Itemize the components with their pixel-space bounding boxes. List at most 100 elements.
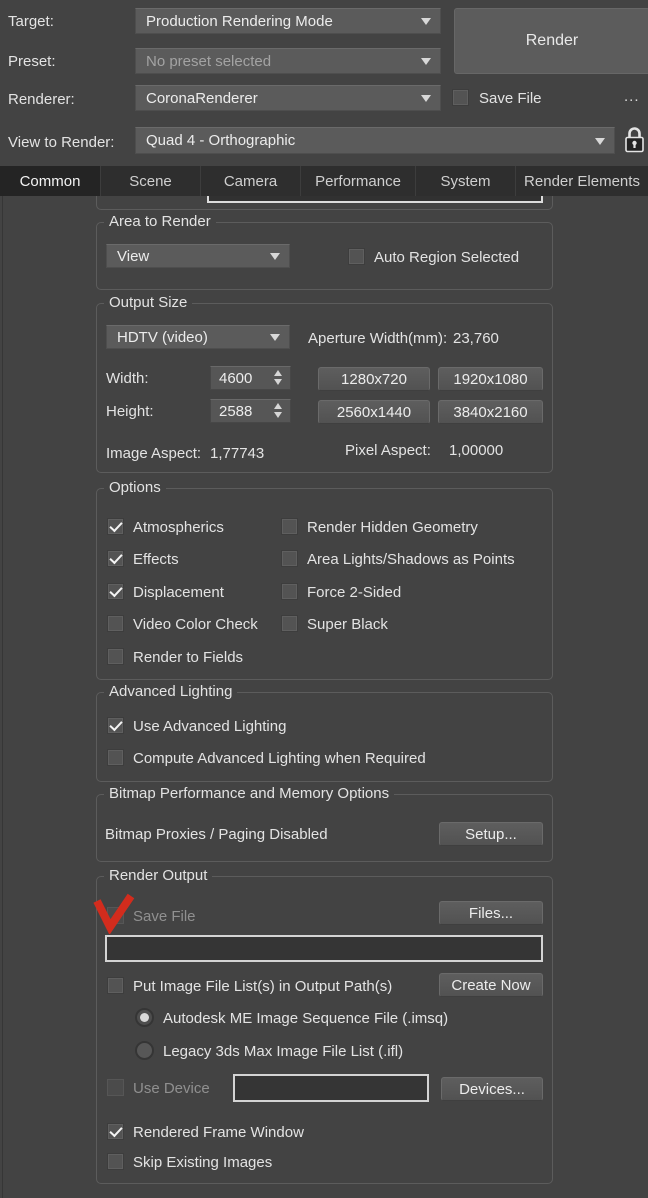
section-title: Render Output (104, 867, 213, 884)
autodesk-imsq-radio[interactable] (135, 1008, 154, 1027)
devices-button[interactable]: Devices... (441, 1077, 543, 1101)
output-preset-value: HDTV (video) (117, 328, 208, 346)
super-black-label: Super Black (307, 616, 388, 633)
super-black-checkbox[interactable] (281, 615, 298, 632)
preset-1280x720-button[interactable]: 1280x720 (318, 367, 430, 391)
view-to-render-dropdown[interactable]: Quad 4 - Orthographic (135, 127, 615, 154)
rendered-frame-window-checkbox[interactable] (107, 1123, 124, 1140)
tab-performance[interactable]: Performance (300, 166, 415, 196)
auto-region-checkbox[interactable] (348, 248, 365, 265)
bitmap-proxies-status: Bitmap Proxies / Paging Disabled (105, 826, 328, 843)
displacement-checkbox[interactable] (107, 583, 124, 600)
chevron-down-icon (421, 95, 431, 102)
height-spinner[interactable]: 2588 (210, 399, 291, 423)
target-dropdown[interactable]: Production Rendering Mode (135, 8, 441, 34)
target-label: Target: (8, 13, 54, 30)
section-advanced-lighting: Advanced Lighting Use Advanced Lighting … (96, 683, 553, 782)
check-icon (109, 1123, 123, 1138)
render-hidden-geometry-label: Render Hidden Geometry (307, 519, 478, 536)
target-dropdown-value: Production Rendering Mode (146, 12, 333, 30)
pixel-aspect-value: 1,00000 (449, 442, 504, 459)
pixel-aspect-label: Pixel Aspect: (345, 442, 431, 459)
section-render-output: Render Output Save File Files... Put Ima… (93, 867, 553, 1184)
render-to-fields-checkbox[interactable] (107, 648, 124, 665)
width-spinner[interactable]: 4600 (210, 366, 291, 390)
tab-scene[interactable]: Scene (100, 166, 200, 196)
displacement-label: Displacement (133, 584, 224, 601)
video-color-check-checkbox[interactable] (107, 615, 124, 632)
image-aspect-label: Image Aspect: (106, 445, 202, 462)
tab-bar: Common Scene Camera Performance System R… (0, 166, 648, 196)
files-button[interactable]: Files... (439, 901, 543, 925)
renderer-dropdown-value: CoronaRenderer (146, 89, 258, 107)
setup-button[interactable]: Setup... (439, 822, 543, 846)
section-title: Area to Render (104, 213, 216, 230)
atmospherics-label: Atmospherics (133, 519, 224, 536)
check-icon (109, 550, 123, 565)
area-dropdown-value: View (117, 247, 150, 265)
panel-left-edge (2, 196, 3, 1198)
use-advanced-lighting-checkbox[interactable] (107, 717, 124, 734)
section-title: Options (104, 479, 166, 496)
preset-1920x1080-button[interactable]: 1920x1080 (438, 367, 543, 391)
effects-checkbox[interactable] (107, 550, 124, 567)
put-image-file-list-label: Put Image File List(s) in Output Path(s) (133, 978, 393, 995)
renderer-label: Renderer: (8, 91, 75, 108)
legacy-ifl-radio[interactable] (135, 1041, 154, 1060)
use-device-label: Use Device (133, 1080, 210, 1097)
chevron-down-icon (270, 253, 280, 260)
render-button[interactable]: Render (454, 8, 648, 74)
preset-dropdown-value: No preset selected (146, 52, 272, 70)
spinner-arrows-icon[interactable] (274, 370, 282, 385)
render-setup-dialog: Target: Production Rendering Mode Preset… (0, 0, 648, 1198)
preset-dropdown[interactable]: No preset selected (135, 48, 441, 74)
put-image-file-list-checkbox[interactable] (107, 977, 124, 994)
check-icon (109, 583, 123, 598)
tab-camera[interactable]: Camera (200, 166, 300, 196)
area-lights-checkbox[interactable] (281, 550, 298, 567)
skip-existing-images-label: Skip Existing Images (133, 1154, 273, 1171)
render-hidden-geometry-checkbox[interactable] (281, 518, 298, 535)
legacy-ifl-label: Legacy 3ds Max Image File List (.ifl) (163, 1043, 404, 1060)
area-to-render-dropdown[interactable]: View (106, 244, 290, 268)
more-options-button[interactable]: ... (624, 88, 640, 105)
render-button-label: Render (525, 32, 579, 49)
force-2-sided-label: Force 2-Sided (307, 584, 402, 601)
device-field[interactable] (233, 1074, 429, 1102)
compute-advanced-lighting-label: Compute Advanced Lighting when Required (133, 750, 426, 767)
renderer-dropdown[interactable]: CoronaRenderer (135, 85, 441, 111)
chevron-down-icon (421, 18, 431, 25)
height-label: Height: (106, 403, 154, 420)
radio-dot-icon (140, 1013, 149, 1022)
spinner-arrows-icon[interactable] (274, 403, 282, 418)
output-size-preset-dropdown[interactable]: HDTV (video) (106, 325, 290, 349)
save-file-output-label: Save File (133, 908, 196, 925)
atmospherics-checkbox[interactable] (107, 518, 124, 535)
section-output-size: Output Size HDTV (video) Aperture Width(… (96, 294, 553, 473)
tab-render-elements[interactable]: Render Elements (515, 166, 648, 196)
view-to-render-label: View to Render: (8, 134, 115, 151)
check-icon (109, 717, 123, 732)
auto-region-label: Auto Region Selected (374, 249, 520, 266)
save-file-checkbox[interactable] (452, 89, 469, 106)
force-2-sided-checkbox[interactable] (281, 583, 298, 600)
section-bitmap-performance: Bitmap Performance and Memory Options Bi… (96, 785, 553, 862)
use-device-checkbox[interactable] (107, 1079, 124, 1096)
save-file-label: Save File (479, 90, 542, 107)
height-value: 2588 (219, 402, 253, 420)
create-now-button[interactable]: Create Now (439, 973, 543, 997)
lock-icon[interactable] (624, 125, 645, 159)
render-to-fields-label: Render to Fields (133, 649, 244, 666)
effects-label: Effects (133, 551, 179, 568)
output-path-field[interactable] (105, 935, 543, 962)
chevron-down-icon (595, 137, 605, 145)
aperture-width-value: 23,760 (453, 330, 499, 347)
tab-system[interactable]: System (415, 166, 515, 196)
width-value: 4600 (219, 369, 253, 387)
preset-2560x1440-button[interactable]: 2560x1440 (318, 400, 430, 424)
autodesk-imsq-label: Autodesk ME Image Sequence File (.imsq) (163, 1010, 449, 1027)
tab-common[interactable]: Common (0, 166, 100, 196)
skip-existing-images-checkbox[interactable] (107, 1153, 124, 1170)
preset-3840x2160-button[interactable]: 3840x2160 (438, 400, 543, 424)
compute-advanced-lighting-checkbox[interactable] (107, 749, 124, 766)
